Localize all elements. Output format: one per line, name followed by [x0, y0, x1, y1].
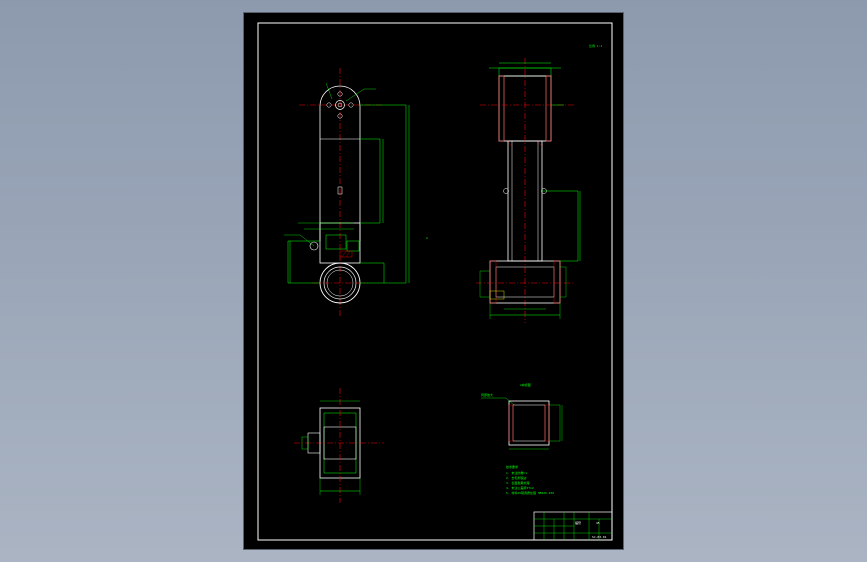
front-view: [284, 68, 410, 318]
title-drawing-number: SJ-03-01: [592, 535, 607, 539]
detail-view: A向视图 局部放大: [481, 382, 563, 450]
title-material: 45: [596, 521, 600, 525]
note-line: 5. 材料45钢调质处理 HB220-250: [506, 490, 554, 495]
scale-note: 比例 1:1: [589, 43, 602, 48]
note-line: 4. 未注公差按IT12: [506, 485, 534, 490]
note-line: 2. 去毛刺锐边: [506, 475, 526, 480]
section-mark: A: [426, 236, 428, 240]
notes-title: 技术要求: [506, 464, 518, 469]
detail-callout: 局部放大: [481, 392, 493, 397]
note-line: 3. 表面发黑处理: [506, 480, 529, 485]
drawing-border: [257, 22, 613, 541]
section-view: [476, 58, 581, 323]
title-part-name: 摆臂: [575, 520, 581, 525]
note-line: 1. 未注倒角C1: [506, 470, 527, 475]
drawing-sheet: 比例 1:1 A A向视图 局部放大 技术要求 1. 未注倒角C1 2. 去毛刺…: [244, 13, 623, 549]
detail-label: A向视图: [520, 382, 531, 387]
cad-drawing: 比例 1:1 A A向视图 局部放大 技术要求 1. 未注倒角C1 2. 去毛刺…: [257, 22, 613, 541]
title-block: 摆臂 45 SJ-03-01: [533, 511, 613, 541]
top-view: [294, 388, 384, 503]
technical-notes: 技术要求 1. 未注倒角C1 2. 去毛刺锐边 3. 表面发黑处理 4. 未注公…: [506, 464, 554, 495]
